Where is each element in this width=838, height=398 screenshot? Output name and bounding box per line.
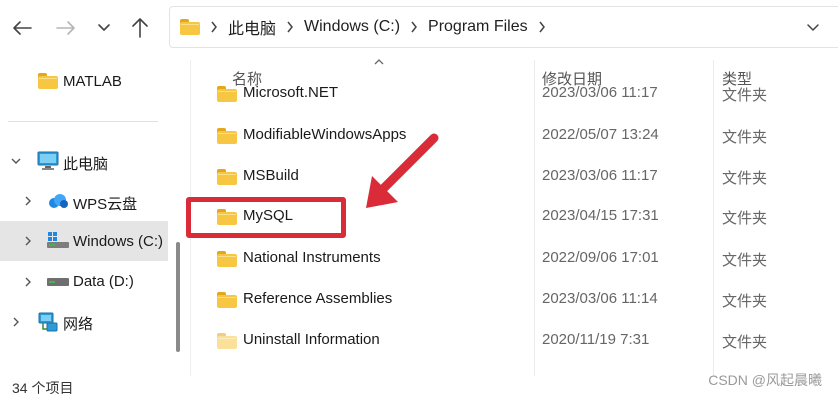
drive-c-icon xyxy=(47,232,69,248)
file-modified: 2022/05/07 13:24 xyxy=(542,126,659,143)
file-type: 文件夹 xyxy=(722,293,768,310)
forward-button[interactable] xyxy=(52,14,80,42)
recent-locations-button[interactable] xyxy=(90,14,118,42)
watermark: CSDN @风起晨曦 xyxy=(708,372,822,388)
file-modified: 2023/03/06 11:14 xyxy=(542,290,658,307)
file-name: National Instruments xyxy=(243,249,381,266)
breadcrumb-windows-c[interactable]: Windows (C:) xyxy=(304,18,400,36)
sidebar-item-label: WPS云盘 xyxy=(73,196,138,213)
cloud-icon xyxy=(49,194,68,208)
network-icon xyxy=(38,312,58,332)
chevron-right-icon[interactable] xyxy=(210,21,218,33)
sidebar-scrollbar[interactable] xyxy=(176,242,180,352)
sidebar-divider xyxy=(8,121,158,122)
file-modified: 2023/04/15 17:31 xyxy=(542,207,659,224)
folder-icon xyxy=(217,251,237,267)
up-button[interactable] xyxy=(126,14,154,42)
sidebar-item-label: Windows (C:) xyxy=(73,233,164,250)
file-row[interactable]: ModifiableWindowsApps 2022/05/07 13:24 文… xyxy=(196,116,838,156)
address-bar[interactable]: 此电脑 Windows (C:) Program Files xyxy=(169,6,838,48)
breadcrumb-program-files[interactable]: Program Files xyxy=(428,18,528,36)
forward-arrow-icon xyxy=(56,21,75,35)
sidebar-item-label: MATLAB xyxy=(63,73,122,90)
file-modified: 2022/09/06 17:01 xyxy=(542,249,659,266)
status-item-count: 34 个项目 xyxy=(12,380,74,396)
folder-icon xyxy=(217,86,237,102)
chevron-down-icon xyxy=(807,24,819,32)
chevron-right-icon[interactable] xyxy=(22,235,34,247)
drive-d-icon xyxy=(47,278,69,286)
file-name: Microsoft.NET xyxy=(243,84,339,101)
file-type: 文件夹 xyxy=(722,170,768,187)
back-arrow-icon xyxy=(13,21,32,35)
file-row[interactable]: MSBuild 2023/03/06 11:17 文件夹 xyxy=(196,157,838,197)
file-name: Uninstall Information xyxy=(243,331,380,348)
up-arrow-icon xyxy=(132,18,148,38)
file-modified: 2023/03/06 11:17 xyxy=(542,84,658,101)
file-name: Reference Assemblies xyxy=(243,290,393,307)
chevron-right-icon[interactable] xyxy=(286,21,294,33)
folder-icon xyxy=(180,19,200,35)
file-type: 文件夹 xyxy=(722,334,768,351)
chevron-right-icon[interactable] xyxy=(538,21,546,33)
file-type: 文件夹 xyxy=(722,210,768,227)
annotation-highlight-box xyxy=(186,197,346,238)
folder-icon xyxy=(217,292,237,308)
sort-ascending-icon xyxy=(374,59,384,65)
chevron-right-icon[interactable] xyxy=(10,316,22,328)
file-type: 文件夹 xyxy=(722,87,768,104)
back-button[interactable] xyxy=(8,14,36,42)
file-row[interactable]: Microsoft.NET 2023/03/06 11:17 文件夹 xyxy=(196,84,838,104)
file-modified: 2020/11/19 7:31 xyxy=(542,331,650,348)
sidebar-item-label: 此电脑 xyxy=(63,156,109,173)
folder-icon xyxy=(217,333,237,349)
file-row[interactable]: Uninstall Information 2020/11/19 7:31 文件… xyxy=(196,321,838,361)
file-modified: 2023/03/06 11:17 xyxy=(542,167,658,184)
sidebar-item-label: Data (D:) xyxy=(73,273,134,290)
chevron-right-icon[interactable] xyxy=(22,276,34,288)
chevron-right-icon[interactable] xyxy=(22,195,34,207)
chevron-down-icon[interactable] xyxy=(10,155,22,167)
sidebar-item-label: 网络 xyxy=(63,316,94,333)
chevron-down-icon xyxy=(98,24,110,31)
folder-icon xyxy=(38,73,58,89)
address-dropdown-button[interactable] xyxy=(806,20,820,38)
file-row[interactable]: Reference Assemblies 2023/03/06 11:14 文件… xyxy=(196,280,838,320)
file-type: 文件夹 xyxy=(722,252,768,269)
computer-icon xyxy=(37,151,59,170)
chevron-right-icon[interactable] xyxy=(410,21,418,33)
folder-icon xyxy=(217,169,237,185)
folder-icon xyxy=(217,128,237,144)
file-name: MSBuild xyxy=(243,167,299,184)
breadcrumb-this-pc[interactable]: 此电脑 xyxy=(228,15,276,39)
file-row[interactable]: National Instruments 2022/09/06 17:01 文件… xyxy=(196,239,838,279)
annotation-arrow-icon xyxy=(366,133,439,208)
file-type: 文件夹 xyxy=(722,129,768,146)
